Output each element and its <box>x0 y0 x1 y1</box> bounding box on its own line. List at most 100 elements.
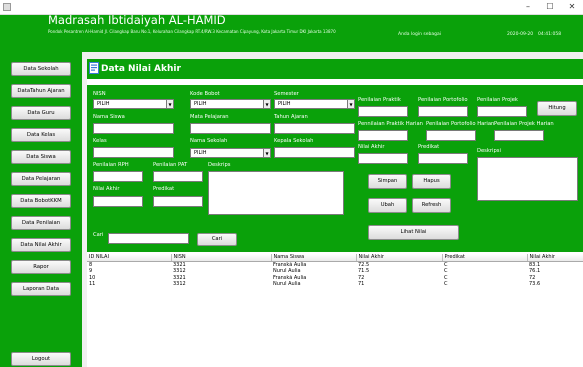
sidebar-item-data-sekolah[interactable]: Data Sekolah <box>11 62 71 76</box>
kelas-label: Kelas <box>93 138 107 144</box>
data-table: ID NILAI NISN Nama Siswa Nilai Akhir Pre… <box>87 254 583 288</box>
sidebar-item-data-bobot-kkm[interactable]: Data BobotKKM <box>11 194 71 208</box>
data-table-container: ID NILAI NISN Nama Siswa Nilai Akhir Pre… <box>87 254 583 367</box>
mata-pelajaran-field[interactable] <box>190 123 271 134</box>
header-date: 2020-09-20 <box>507 32 534 37</box>
penilaian-portofolio-harian-label: Penilaian Portofolio Harian <box>426 121 495 127</box>
nisn-label: NISN <box>93 91 106 97</box>
nama-siswa-label: Nama Siswa <box>93 114 125 120</box>
table-cell: C <box>444 261 448 268</box>
predikat-right-field[interactable] <box>418 153 468 164</box>
sidebar-item-data-tahun-ajaran[interactable]: DataTahun Ajaran <box>11 84 71 98</box>
nilai-akhir-left-field[interactable] <box>93 196 143 207</box>
ubah-button[interactable]: Ubah <box>368 198 407 213</box>
maximize-button[interactable]: ☐ <box>539 0 561 15</box>
kode-bobot-label: Kode Bobot <box>190 91 220 97</box>
hitung-button[interactable]: Hitung <box>537 101 577 116</box>
nilai-akhir-right-label: Nilai Akhir <box>358 144 385 150</box>
kode-bobot-select[interactable]: PILIH ▼ <box>190 99 271 109</box>
penilaian-rph-field[interactable] <box>93 171 143 182</box>
sidebar-item-data-guru[interactable]: Data Guru <box>11 106 71 120</box>
column-header-nama-siswa[interactable]: Nama Siswa <box>271 254 357 262</box>
column-header-id-nilai[interactable]: ID NILAI <box>87 254 172 262</box>
sidebar-item-laporan-data[interactable]: Laporan Data <box>11 282 71 296</box>
column-header-nilai-akhir-2[interactable]: Nilai Akhir <box>527 254 583 262</box>
deskripsi-textarea[interactable] <box>208 171 344 215</box>
kelas-field[interactable] <box>93 147 174 158</box>
sidebar-item-data-kelas[interactable]: Data Kelas <box>11 128 71 142</box>
predikat-left-field[interactable] <box>153 196 203 207</box>
sidebar <box>0 52 82 367</box>
sidebar-item-data-nilai-akhir[interactable]: Data Nilai Akhir <box>11 238 71 252</box>
tahun-ajaran-label: Tahun Ajaran <box>274 114 308 120</box>
table-header-row: ID NILAI NISN Nama Siswa Nilai Akhir Pre… <box>87 254 583 262</box>
kepala-sekolah-field[interactable] <box>274 147 355 158</box>
column-header-predikat[interactable]: Predikat <box>442 254 528 262</box>
kode-bobot-select-value: PILIH <box>194 101 207 107</box>
refresh-button[interactable]: Refresh <box>412 198 451 213</box>
predikat-right-label: Predikat <box>418 144 440 150</box>
penilaian-rph-label: Penilaian RPH <box>93 162 129 168</box>
penilaian-projek-harian-label: Penilaian Projek Harian <box>494 121 554 127</box>
penilaian-pat-field[interactable] <box>153 171 203 182</box>
table-cell: 72.5 <box>358 261 370 268</box>
penilaian-projek-harian-field[interactable] <box>494 130 544 141</box>
cari-label: Cari <box>93 232 104 238</box>
app-title: Madrasah Ibtidaiyah AL-HAMID <box>48 13 226 27</box>
penilaian-portofolio-label: Penilaian Portofolio <box>418 97 468 103</box>
app-icon <box>3 3 11 11</box>
penilaian-projek-label: Penilaian Projek <box>477 97 518 103</box>
simpan-button[interactable]: Simpan <box>368 174 407 189</box>
table-cell: Franská Aulia <box>273 261 307 268</box>
nisn-select[interactable]: PILIH ▼ <box>93 99 174 109</box>
table-row[interactable]: 11 3312 Nurul Aulia 71 C 73.6 <box>87 281 583 288</box>
lihat-nilai-button[interactable]: Lihat Nilai <box>368 225 459 240</box>
semester-label: Semester <box>274 91 299 97</box>
penilaian-portofolio-harian-field[interactable] <box>426 130 476 141</box>
table-row[interactable]: 8 3321 Franská Aulia 72.5 C 83.1 <box>87 261 583 268</box>
mata-pelajaran-label: Mata Pelajaran <box>190 114 229 120</box>
table-cell: 73.6 <box>529 281 541 287</box>
nama-sekolah-select[interactable]: PILIH ▼ <box>190 148 271 158</box>
nama-sekolah-label: Nama Sekolah <box>190 138 228 144</box>
document-icon <box>89 62 99 74</box>
table-cell: 71 <box>358 281 365 287</box>
sidebar-item-data-siswa[interactable]: Data Siswa <box>11 150 71 164</box>
penilaian-portofolio-field[interactable] <box>418 106 468 117</box>
column-header-nisn[interactable]: NISN <box>171 254 272 262</box>
penilaian-projek-field[interactable] <box>477 106 527 117</box>
search-button[interactable]: Cari <box>197 233 237 246</box>
chevron-down-icon: ▼ <box>263 100 270 108</box>
penilaian-praktik-harian-field[interactable] <box>358 130 408 141</box>
nisn-select-value: PILIH <box>97 101 110 107</box>
chevron-down-icon: ▼ <box>263 149 270 157</box>
table-cell: 8 <box>89 261 93 268</box>
column-header-nilai-akhir[interactable]: Nilai Akhir <box>356 254 443 262</box>
penilaian-pat-label: Penilaian PAT <box>153 162 188 168</box>
logout-button[interactable]: Logout <box>11 352 71 366</box>
nama-sekolah-select-value: PILIH <box>194 150 207 156</box>
page-title: Data Nilai Akhir <box>101 64 181 74</box>
table-cell: 11 <box>89 281 96 287</box>
minimize-button[interactable]: – <box>517 0 539 15</box>
penilaian-praktik-harian-label: Pennilaian Praktik Harian <box>358 121 423 127</box>
chevron-down-icon: ▼ <box>347 100 354 108</box>
nilai-akhir-right-field[interactable] <box>358 153 408 164</box>
semester-select[interactable]: PILIH ▼ <box>274 99 355 109</box>
sidebar-item-data-penilaian[interactable]: Data Penilaian <box>11 216 71 230</box>
deskripsi-right-textarea[interactable] <box>477 157 578 201</box>
nama-siswa-field[interactable] <box>93 123 174 134</box>
tahun-ajaran-field[interactable] <box>274 123 355 134</box>
penilaian-praktik-label: Penilaian Praktik <box>358 97 401 103</box>
sidebar-item-rapor[interactable]: Rapor <box>11 260 71 274</box>
search-input[interactable] <box>108 233 189 244</box>
close-button[interactable]: ✕ <box>561 0 583 15</box>
semester-select-value: PILIH <box>278 101 291 107</box>
login-status: Anda login sebagai <box>398 32 441 37</box>
table-cell: 3321 <box>173 261 186 268</box>
sidebar-item-data-pelajaran[interactable]: Data Pelajaran <box>11 172 71 186</box>
table-cell: Nurul Aulia <box>273 281 301 287</box>
hapus-button[interactable]: Hapus <box>412 174 451 189</box>
nilai-akhir-left-label: Nilai Akhir <box>93 186 120 192</box>
penilaian-praktik-field[interactable] <box>358 106 408 117</box>
